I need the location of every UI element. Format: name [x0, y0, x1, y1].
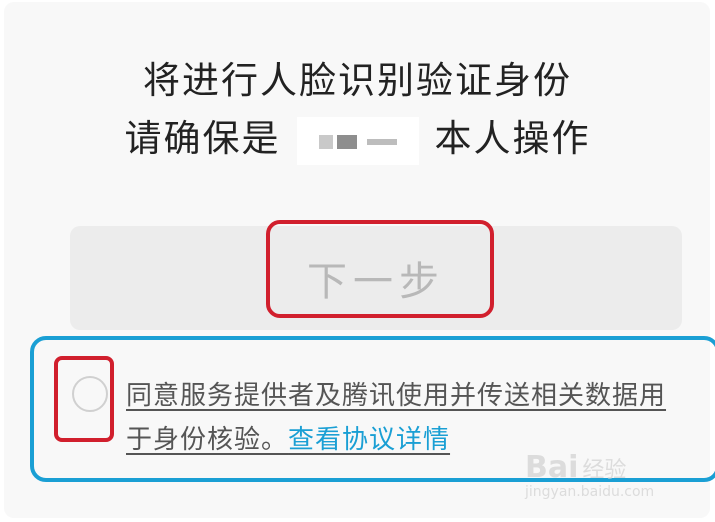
- mask-block: [366, 138, 397, 145]
- mask-block: [318, 134, 333, 149]
- prompt-line-2: 请确保是 本人操作: [0, 108, 715, 165]
- watermark-url: jingyan.baidu.com: [525, 484, 655, 500]
- prompt-line-1: 将进行人脸识别验证身份: [143, 59, 572, 102]
- view-agreement-link[interactable]: 查看协议详情: [288, 425, 450, 455]
- annotation-highlight-button: [266, 220, 494, 318]
- mask-block: [336, 134, 357, 149]
- watermark-text: 经验: [582, 458, 627, 483]
- agreement-text: 同意服务提供者及腾讯使用并传送相关数据用于身份核验。查看协议详情: [126, 374, 666, 462]
- masked-user-name: [296, 116, 419, 165]
- watermark-logo: Bai: [525, 450, 579, 485]
- prompt-suffix: 本人操作: [434, 117, 591, 160]
- agreement-checkbox[interactable]: [72, 376, 108, 412]
- prompt-prefix: 请确保是: [124, 117, 281, 160]
- baidu-jingyan-watermark: Bai 经验 jingyan.baidu.com: [525, 450, 675, 504]
